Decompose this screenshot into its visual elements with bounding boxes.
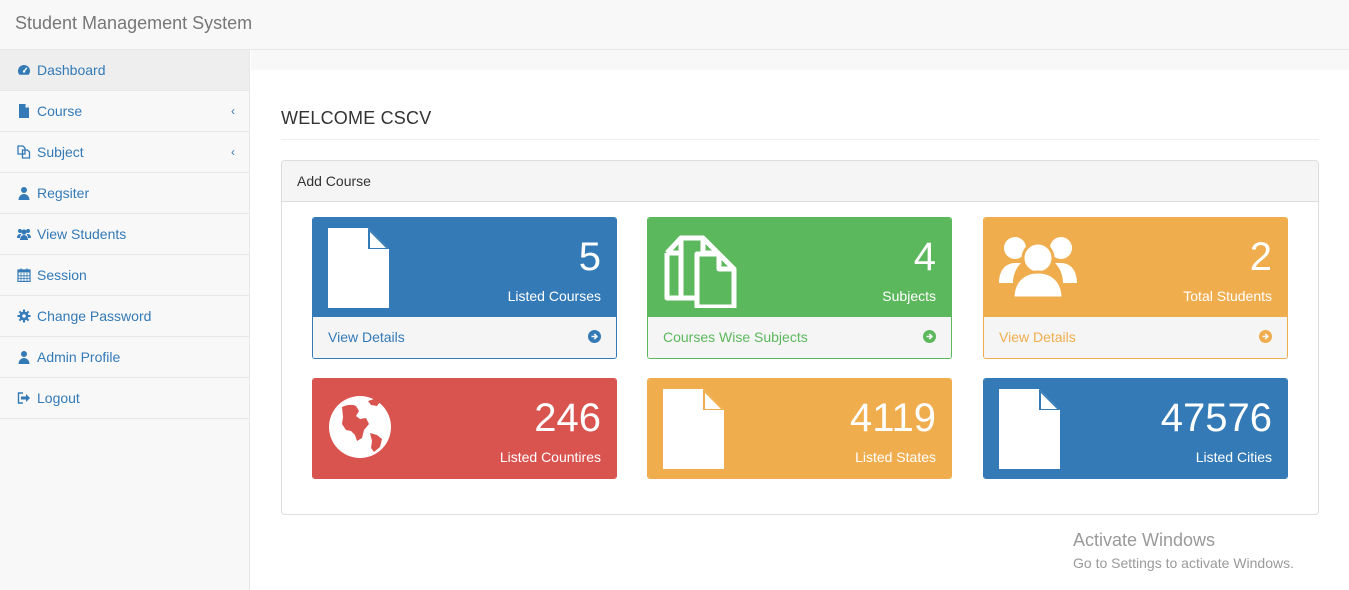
sidebar-item-label: Regsiter bbox=[37, 185, 90, 201]
users-icon bbox=[999, 228, 1079, 308]
copy-icon bbox=[663, 228, 743, 308]
sidebar-item-session[interactable]: Session bbox=[0, 255, 249, 296]
arrow-circle-right-icon bbox=[1259, 330, 1272, 343]
card-label: Subjects bbox=[882, 288, 936, 304]
page-header: WELCOME CSCV bbox=[281, 108, 1319, 140]
sidebar-item-label: Course bbox=[37, 103, 83, 119]
total-students-card: 2 Total Students View Details bbox=[983, 217, 1288, 359]
users-icon bbox=[17, 227, 33, 241]
card-body: 47576 Listed Cities bbox=[984, 379, 1287, 478]
card-body: 4 Subjects bbox=[648, 218, 951, 317]
card-label: Listed Courses bbox=[507, 288, 601, 304]
file-icon bbox=[328, 228, 408, 308]
top-navbar: Student Management System bbox=[0, 0, 1349, 50]
dashboard-icon bbox=[17, 63, 33, 77]
card-label: Listed Countires bbox=[499, 449, 601, 465]
add-course-panel: Add Course 5 Listed Courses View Details… bbox=[281, 160, 1319, 515]
sidebar-item-label: Admin Profile bbox=[37, 349, 121, 365]
chevron-left-icon[interactable]: ‹ bbox=[231, 132, 235, 172]
listed-courses-card: 5 Listed Courses View Details bbox=[312, 217, 617, 359]
card-label: Listed Cities bbox=[1195, 449, 1272, 465]
card-count: 5 bbox=[578, 235, 601, 279]
sidebar-item-label: Subject bbox=[37, 144, 84, 160]
arrow-circle-right-icon bbox=[923, 330, 936, 343]
card-label: Total Students bbox=[1183, 288, 1272, 304]
sidebar-item-register[interactable]: Regsiter bbox=[0, 173, 249, 214]
subjects-card: 4 Subjects Courses Wise Subjects bbox=[647, 217, 952, 359]
card-footer-label: View Details bbox=[999, 329, 1076, 345]
arrow-circle-right-icon bbox=[588, 330, 601, 343]
sidebar-item-view-students[interactable]: View Students bbox=[0, 214, 249, 255]
sidebar-item-label: View Students bbox=[37, 226, 127, 242]
listed-cities-card: 47576 Listed Cities bbox=[983, 378, 1288, 479]
windows-activation-watermark: Activate Windows Go to Settings to activ… bbox=[1073, 530, 1294, 571]
file-icon bbox=[663, 389, 743, 469]
file-icon bbox=[17, 104, 33, 118]
card-label: Listed States bbox=[855, 449, 936, 465]
listed-countries-card: 246 Listed Countires bbox=[312, 378, 617, 479]
sign-out-icon bbox=[17, 391, 33, 405]
view-details-link[interactable]: View Details bbox=[313, 317, 616, 358]
courses-wise-subjects-link[interactable]: Courses Wise Subjects bbox=[648, 317, 951, 358]
sidebar-item-dashboard[interactable]: Dashboard bbox=[0, 50, 249, 91]
card-body: 4119 Listed States bbox=[648, 379, 951, 478]
brand-title[interactable]: Student Management System bbox=[15, 13, 252, 34]
sidebar-item-label: Logout bbox=[37, 390, 80, 406]
copy-icon bbox=[17, 145, 33, 159]
sidebar-item-subject[interactable]: Subject ‹ bbox=[0, 132, 249, 173]
sidebar-item-admin-profile[interactable]: Admin Profile bbox=[0, 337, 249, 378]
sidebar-item-course[interactable]: Course ‹ bbox=[0, 91, 249, 132]
card-count: 47576 bbox=[1160, 396, 1272, 440]
card-count: 4 bbox=[913, 235, 936, 279]
page-title: WELCOME CSCV bbox=[281, 108, 432, 128]
sidebar-item-label: Change Password bbox=[37, 308, 152, 324]
watermark-subtitle: Go to Settings to activate Windows. bbox=[1073, 555, 1294, 571]
card-count: 246 bbox=[534, 396, 601, 440]
calendar-icon bbox=[17, 268, 33, 282]
globe-icon bbox=[328, 389, 408, 469]
sidebar-item-logout[interactable]: Logout bbox=[0, 378, 249, 419]
panel-heading: Add Course bbox=[282, 161, 1318, 202]
card-body: 246 Listed Countires bbox=[313, 379, 616, 478]
user-icon bbox=[17, 186, 33, 200]
user-icon bbox=[17, 350, 33, 364]
card-count: 4119 bbox=[849, 396, 936, 440]
watermark-title: Activate Windows bbox=[1073, 530, 1216, 550]
card-body: 2 Total Students bbox=[984, 218, 1287, 317]
content-top-strip bbox=[251, 50, 1349, 70]
card-count: 2 bbox=[1249, 235, 1272, 279]
gear-icon bbox=[17, 309, 33, 323]
file-icon bbox=[999, 389, 1079, 469]
card-footer-label: Courses Wise Subjects bbox=[663, 329, 808, 345]
chevron-left-icon[interactable]: ‹ bbox=[231, 91, 235, 131]
card-footer-label: View Details bbox=[328, 329, 405, 345]
sidebar-item-label: Session bbox=[37, 267, 87, 283]
sidebar: Dashboard Course ‹ Subject ‹ Regsiter Vi… bbox=[0, 50, 250, 590]
card-body: 5 Listed Courses bbox=[313, 218, 616, 317]
sidebar-item-change-password[interactable]: Change Password bbox=[0, 296, 249, 337]
sidebar-item-label: Dashboard bbox=[37, 62, 106, 78]
view-details-link[interactable]: View Details bbox=[984, 317, 1287, 358]
listed-states-card: 4119 Listed States bbox=[647, 378, 952, 479]
